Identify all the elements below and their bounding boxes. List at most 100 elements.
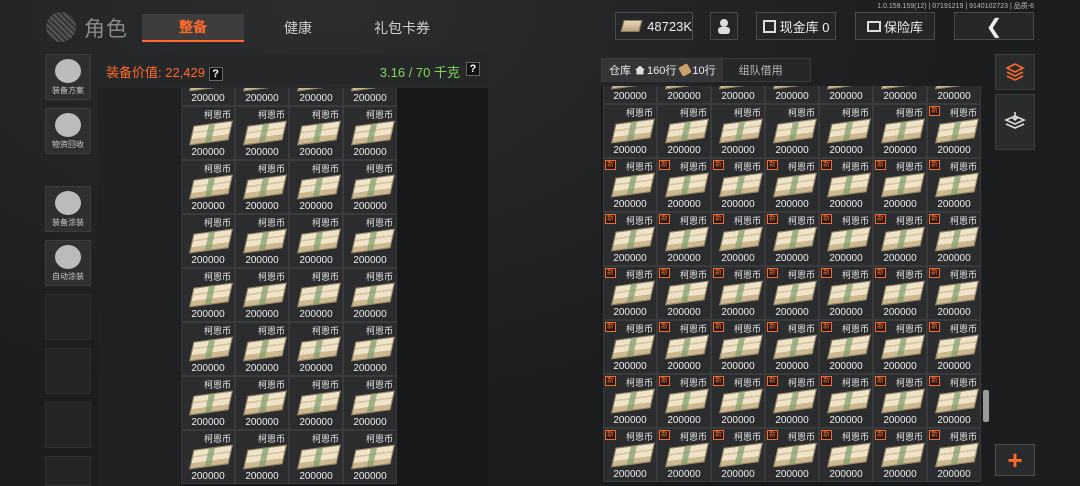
item-cell[interactable]: 柯恩币 200000 新 (603, 320, 657, 374)
item-cell[interactable]: 柯恩币200000 (765, 104, 819, 158)
item-cell[interactable]: 柯恩币200000 (289, 214, 343, 268)
item-cell[interactable]: 柯恩币 200000 新 (927, 266, 981, 320)
item-cell[interactable]: 柯恩币 200000 新 (873, 212, 927, 266)
item-cell[interactable]: 柯恩币200000 (235, 430, 289, 484)
item-cell[interactable]: 柯恩币 200000 新 (765, 374, 819, 428)
item-cell[interactable]: 柯恩币 200000 新 (819, 212, 873, 266)
item-cell[interactable]: 柯恩币 200000 新 (711, 266, 765, 320)
item-cell[interactable]: 柯恩币 200000 新 (819, 266, 873, 320)
tab-team-borrow[interactable]: 组队借用 (723, 62, 799, 78)
item-cell[interactable]: 柯恩币 200000 新 (873, 428, 927, 482)
item-cell[interactable]: 柯恩币200000 (343, 214, 397, 268)
avatar-button[interactable] (710, 12, 738, 40)
item-cell[interactable]: 柯恩币200000 (657, 104, 711, 158)
item-cell[interactable]: 柯恩币 200000 新 (603, 266, 657, 320)
tab-warehouse[interactable]: 仓库 160行 10行 (602, 59, 723, 81)
deposit-button[interactable] (995, 94, 1035, 150)
item-cell[interactable]: 柯恩币 200000 新 (873, 158, 927, 212)
sidebar-item-auto-skin[interactable]: 自动涂装 (45, 240, 91, 286)
item-cell[interactable]: 柯恩币200000 (765, 86, 819, 104)
item-cell[interactable]: 柯恩币 200000 新 (819, 374, 873, 428)
item-cell[interactable]: 柯恩币 200000 新 (711, 212, 765, 266)
item-cell[interactable]: 柯恩币200000 (657, 86, 711, 104)
item-cell[interactable]: 柯恩币200000 (235, 376, 289, 430)
item-cell[interactable]: 柯恩币200000 (343, 160, 397, 214)
item-cell[interactable]: 柯恩币 200000 新 (711, 374, 765, 428)
item-cell[interactable]: 柯恩币 200000 新 (657, 158, 711, 212)
item-cell[interactable]: 柯恩币200000 (289, 88, 343, 106)
item-cell[interactable]: 柯恩币200000 (603, 104, 657, 158)
sidebar-item-recycle[interactable]: 物资回收 (45, 108, 91, 154)
item-cell[interactable]: 柯恩币 200000 新 (603, 212, 657, 266)
item-cell[interactable]: 柯恩币200000 (181, 214, 235, 268)
item-cell[interactable]: 柯恩币200000 (181, 322, 235, 376)
item-cell[interactable]: 柯恩币200000 (289, 322, 343, 376)
item-cell[interactable]: 柯恩币200000 (343, 268, 397, 322)
item-cell[interactable]: 柯恩币 200000 新 (765, 212, 819, 266)
item-cell[interactable]: 柯恩币200000 (711, 104, 765, 158)
item-cell[interactable]: 柯恩币200000 (711, 86, 765, 104)
item-cell[interactable]: 柯恩币200000 (289, 376, 343, 430)
item-cell[interactable]: 柯恩币 200000 新 (603, 428, 657, 482)
item-cell[interactable]: 柯恩币 200000 新 (657, 266, 711, 320)
item-cell[interactable]: 柯恩币 200000 新 (927, 158, 981, 212)
tab-gift-cards[interactable]: 礼包卡券 (352, 14, 452, 42)
item-cell[interactable]: 柯恩币200000 (289, 106, 343, 160)
item-cell[interactable]: 柯恩币200000 (819, 86, 873, 104)
item-cell[interactable]: 柯恩币 200000 新 (657, 428, 711, 482)
item-cell[interactable]: 柯恩币200000 (235, 322, 289, 376)
item-cell[interactable]: 柯恩币 200000 新 (603, 374, 657, 428)
item-cell[interactable]: 柯恩币200000 (927, 86, 981, 104)
item-cell[interactable]: 柯恩币 200000 新 (927, 320, 981, 374)
sidebar-item-loadout-plan[interactable]: 装备方案 (45, 54, 91, 100)
item-cell[interactable]: 柯恩币 200000 新 (657, 374, 711, 428)
item-cell[interactable]: 柯恩币 200000 新 (927, 428, 981, 482)
item-cell[interactable]: 柯恩币200000 (343, 322, 397, 376)
item-cell[interactable]: 柯恩币200000 (181, 268, 235, 322)
sort-button[interactable] (995, 54, 1035, 90)
item-cell[interactable]: 柯恩币200000 (235, 160, 289, 214)
item-cell[interactable]: 柯恩币 200000 新 (711, 428, 765, 482)
item-cell[interactable]: 柯恩币200000 (181, 160, 235, 214)
item-cell[interactable]: 柯恩币 200000 新 (765, 320, 819, 374)
item-cell[interactable]: 柯恩币200000 (873, 86, 927, 104)
item-cell[interactable]: 柯恩币 200000 新 (819, 158, 873, 212)
add-row-button[interactable]: + (995, 444, 1035, 476)
warehouse-scrollbar[interactable] (983, 390, 989, 422)
item-cell[interactable]: 柯恩币200000 (235, 214, 289, 268)
item-cell[interactable]: 柯恩币200000 (343, 106, 397, 160)
item-cell[interactable]: 柯恩币 200000 新 (711, 158, 765, 212)
item-cell[interactable]: 柯恩币200000 (181, 376, 235, 430)
item-cell[interactable]: 柯恩币200000 (343, 376, 397, 430)
item-cell[interactable]: 柯恩币 200000 新 (603, 158, 657, 212)
item-cell[interactable]: 柯恩币 200000 新 (657, 320, 711, 374)
item-cell[interactable]: 柯恩币200000 (289, 160, 343, 214)
item-cell[interactable]: 柯恩币 200000 新 (765, 428, 819, 482)
item-cell[interactable]: 柯恩币 200000 新 (927, 104, 981, 158)
item-cell[interactable]: 柯恩币200000 (343, 88, 397, 106)
item-cell[interactable]: 柯恩币200000 (235, 88, 289, 106)
safe-box-button[interactable]: 保险库 (855, 12, 935, 40)
tab-loadout[interactable]: 整备 (142, 14, 244, 42)
item-cell[interactable]: 柯恩币 200000 新 (657, 212, 711, 266)
item-cell[interactable]: 柯恩币200000 (235, 106, 289, 160)
item-cell[interactable]: 柯恩币200000 (343, 430, 397, 484)
sidebar-item-skin[interactable]: 装备涂装 (45, 186, 91, 232)
back-button[interactable]: ❮ (954, 12, 1034, 40)
item-cell[interactable]: 柯恩币 200000 新 (873, 320, 927, 374)
item-cell[interactable]: 柯恩币 200000 新 (765, 266, 819, 320)
item-cell[interactable]: 柯恩币200000 (289, 430, 343, 484)
item-cell[interactable]: 柯恩币200000 (235, 268, 289, 322)
item-cell[interactable]: 柯恩币200000 (289, 268, 343, 322)
item-cell[interactable]: 柯恩币 200000 新 (927, 374, 981, 428)
item-cell[interactable]: 柯恩币 200000 新 (873, 374, 927, 428)
help-icon[interactable]: ? (208, 67, 223, 81)
item-cell[interactable]: 柯恩币200000 (819, 104, 873, 158)
tab-health[interactable]: 健康 (258, 14, 338, 42)
item-cell[interactable]: 柯恩币200000 (603, 86, 657, 104)
weight-help-icon[interactable]: ? (466, 62, 480, 76)
item-cell[interactable]: 柯恩币200000 (181, 106, 235, 160)
item-cell[interactable]: 柯恩币 200000 新 (819, 428, 873, 482)
item-cell[interactable]: 柯恩币 200000 新 (873, 266, 927, 320)
item-cell[interactable]: 柯恩币200000 (181, 88, 235, 106)
